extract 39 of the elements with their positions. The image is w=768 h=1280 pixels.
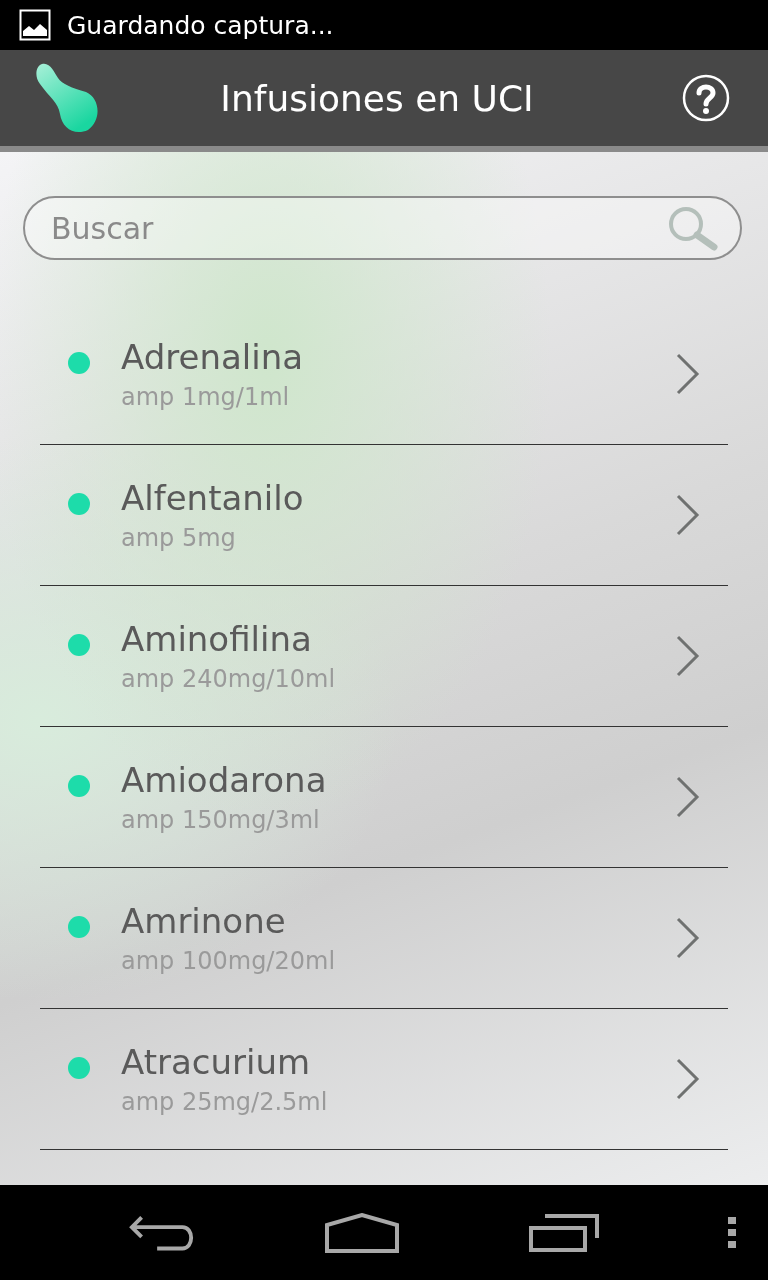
drug-detail: amp 25mg/2.5ml xyxy=(121,1088,329,1116)
drug-list-item[interactable]: Alfentanilo amp 5mg xyxy=(40,445,728,586)
help-icon[interactable] xyxy=(682,74,730,122)
drug-list-item[interactable]: Amiodarona amp 150mg/3ml xyxy=(40,727,728,868)
bullet-icon xyxy=(68,352,90,374)
search-field[interactable]: Buscar xyxy=(23,196,742,260)
drug-list-item[interactable]: Aminofilina amp 240mg/10ml xyxy=(40,586,728,727)
drug-detail: amp 5mg xyxy=(121,524,237,552)
notification-text: Guardando captura... xyxy=(67,10,334,40)
recent-apps-icon[interactable] xyxy=(528,1213,599,1252)
drug-detail: amp 1mg/1ml xyxy=(121,383,291,411)
chevron-right-icon xyxy=(676,776,700,818)
image-icon xyxy=(19,9,51,41)
drug-name: Amrinone xyxy=(121,901,287,941)
drug-detail: amp 240mg/10ml xyxy=(121,665,337,693)
chevron-right-icon xyxy=(676,494,700,536)
chevron-right-icon xyxy=(676,1058,700,1100)
bullet-icon xyxy=(68,634,90,656)
chevron-right-icon xyxy=(676,353,700,395)
bullet-icon xyxy=(68,916,90,938)
drug-list-item[interactable]: Adrenalina amp 1mg/1ml xyxy=(40,304,728,445)
drug-name: Alfentanilo xyxy=(121,478,305,518)
bullet-icon xyxy=(68,775,90,797)
drug-detail: amp 150mg/3ml xyxy=(121,806,321,834)
drug-name: Adrenalina xyxy=(121,337,305,377)
home-icon[interactable] xyxy=(325,1212,400,1253)
drug-detail: amp 100mg/20ml xyxy=(121,947,337,975)
drug-list-item[interactable]: Amrinone amp 100mg/20ml xyxy=(40,868,728,1009)
drug-list-item[interactable]: Atracurium amp 25mg/2.5ml xyxy=(40,1009,728,1150)
bullet-icon xyxy=(68,1057,90,1079)
overflow-menu-icon[interactable] xyxy=(728,1216,736,1249)
drug-name: Amiodarona xyxy=(121,760,328,800)
app-title: Infusiones en UCI xyxy=(219,77,535,119)
bullet-icon xyxy=(68,493,90,515)
back-icon[interactable] xyxy=(128,1214,196,1251)
chevron-right-icon xyxy=(676,635,700,677)
drug-name: Atracurium xyxy=(121,1042,312,1082)
chevron-right-icon xyxy=(676,917,700,959)
drug-name: Aminofilina xyxy=(121,619,313,659)
